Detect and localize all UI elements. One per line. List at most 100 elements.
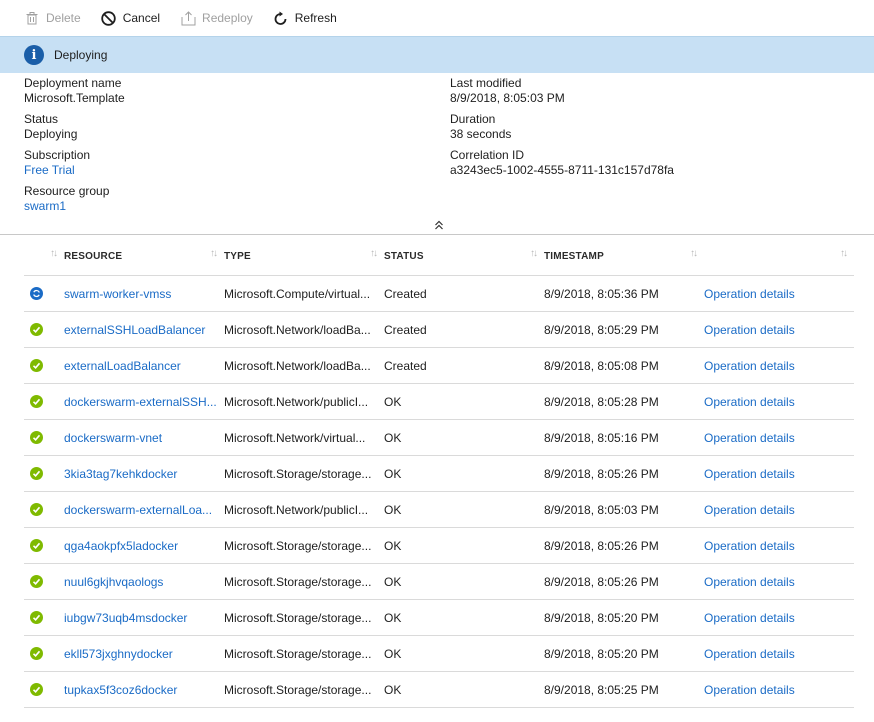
operation-details-link[interactable]: Operation details (704, 323, 854, 337)
status-cell: OK (384, 574, 402, 589)
table-row[interactable]: swarm-worker-vmss Microsoft.Compute/virtu… (24, 276, 854, 312)
operation-details-link[interactable]: Operation details (704, 611, 854, 625)
resource-link[interactable]: nuul6gkjhvqaologs (64, 575, 224, 589)
status-cell: OK (384, 466, 402, 481)
refresh-label: Refresh (294, 11, 337, 25)
resource-link[interactable]: dockerswarm-externalSSH... (64, 395, 224, 409)
timestamp-cell: 8/9/2018, 8:05:16 PM (544, 430, 659, 445)
timestamp-cell: 8/9/2018, 8:05:28 PM (544, 394, 659, 409)
status-cell: OK (384, 430, 402, 445)
cancel-icon (101, 10, 117, 26)
last-modified-label: Last modified (450, 76, 522, 90)
resource-link[interactable]: externalLoadBalancer (64, 359, 224, 373)
sort-icon: ↑↓ (210, 248, 218, 259)
type-cell: Microsoft.Network/publicI... (224, 394, 369, 409)
table-row[interactable]: dockerswarm-externalLoa... Microsoft.Netw… (24, 492, 854, 528)
correlation-value: a3243ec5-1002-4555-8711-131c157d78fa (450, 163, 674, 177)
operation-details-link[interactable]: Operation details (704, 683, 854, 697)
timestamp-cell: 8/9/2018, 8:05:26 PM (544, 466, 659, 481)
resource-link[interactable]: iubgw73uqb4msdocker (64, 611, 224, 625)
delete-label: Delete (46, 11, 81, 25)
check-circle-icon (30, 575, 43, 588)
table-row[interactable]: iubgw73uqb4msdocker Microsoft.Storage/sto… (24, 600, 854, 636)
check-circle-icon (30, 359, 43, 372)
table-row[interactable]: ekll573jxghnydocker Microsoft.Storage/sto… (24, 636, 854, 672)
timestamp-cell: 8/9/2018, 8:05:20 PM (544, 646, 659, 661)
status-icon-cell (24, 359, 64, 372)
duration-item: Duration 38 seconds (450, 112, 674, 148)
resource-link[interactable]: dockerswarm-externalLoa... (64, 503, 224, 517)
duration-label: Duration (450, 112, 496, 126)
table-row[interactable]: dockerswarm-externalSSH... Microsoft.Netw… (24, 384, 854, 420)
table-row[interactable]: externalSSHLoadBalancer Microsoft.Network… (24, 312, 854, 348)
operation-details-link[interactable]: Operation details (704, 503, 854, 517)
check-circle-icon (30, 683, 43, 696)
header-status[interactable]: STATUS ↑↓ (384, 238, 544, 275)
deployment-name-value: Microsoft.Template (24, 91, 125, 105)
essentials-right: Last modified 8/9/2018, 8:05:03 PM Durat… (450, 76, 674, 184)
header-icon-column[interactable]: ↑↓ (24, 238, 64, 275)
redeploy-button[interactable]: Redeploy (180, 10, 253, 26)
operation-details-link[interactable]: Operation details (704, 287, 854, 301)
table-row[interactable]: tupkax5f3coz6docker Microsoft.Storage/sto… (24, 672, 854, 708)
operation-details-link[interactable]: Operation details (704, 575, 854, 589)
table-row[interactable]: qga4aokpfx5ladocker Microsoft.Storage/sto… (24, 528, 854, 564)
status-item: Status Deploying (24, 112, 125, 148)
check-circle-icon (30, 539, 43, 552)
deployment-name-item: Deployment name Microsoft.Template (24, 76, 125, 112)
operation-details-link[interactable]: Operation details (704, 431, 854, 445)
cancel-button[interactable]: Cancel (101, 10, 160, 26)
status-icon-cell (24, 647, 64, 660)
resource-link[interactable]: 3kia3tag7kehkdocker (64, 467, 224, 481)
subscription-link[interactable]: Free Trial (24, 163, 125, 178)
header-timestamp-label: TIMESTAMP (544, 251, 604, 262)
table-body: swarm-worker-vmss Microsoft.Compute/virtu… (24, 276, 854, 708)
duration-value: 38 seconds (450, 127, 512, 141)
check-circle-icon (30, 323, 43, 336)
refresh-button[interactable]: Refresh (273, 10, 337, 26)
timestamp-cell: 8/9/2018, 8:05:20 PM (544, 610, 659, 625)
resource-link[interactable]: tupkax5f3coz6docker (64, 683, 224, 697)
essentials-left: Deployment name Microsoft.Template Statu… (24, 76, 125, 220)
delete-button[interactable]: Delete (24, 10, 81, 26)
header-actions[interactable]: ↑↓ (704, 238, 854, 275)
resource-link[interactable]: qga4aokpfx5ladocker (64, 539, 224, 553)
resource-link[interactable]: dockerswarm-vnet (64, 431, 224, 445)
table-row[interactable]: nuul6gkjhvqaologs Microsoft.Storage/stora… (24, 564, 854, 600)
resource-link[interactable]: externalSSHLoadBalancer (64, 323, 224, 337)
header-type[interactable]: TYPE ↑↓ (224, 238, 384, 275)
status-cell: OK (384, 646, 402, 661)
table-row[interactable]: 3kia3tag7kehkdocker Microsoft.Storage/sto… (24, 456, 854, 492)
table-row[interactable]: dockerswarm-vnet Microsoft.Network/virtua… (24, 420, 854, 456)
status-cell: Created (384, 322, 427, 337)
operation-details-link[interactable]: Operation details (704, 359, 854, 373)
status-cell: OK (384, 610, 402, 625)
header-timestamp[interactable]: TIMESTAMP ↑↓ (544, 238, 704, 275)
double-chevron-up-icon (434, 219, 444, 233)
operation-details-link[interactable]: Operation details (704, 395, 854, 409)
status-cell: Created (384, 286, 427, 301)
operations-table: ↑↓ RESOURCE ↑↓ TYPE ↑↓ STATUS ↑↓ TIMESTAMP ↑… (24, 238, 854, 708)
table-row[interactable]: externalLoadBalancer Microsoft.Network/lo… (24, 348, 854, 384)
subscription-item: Subscription Free Trial (24, 148, 125, 184)
type-cell: Microsoft.Storage/storage... (224, 682, 372, 697)
collapse-essentials-button[interactable] (432, 219, 446, 233)
refresh-icon (273, 10, 289, 26)
timestamp-cell: 8/9/2018, 8:05:29 PM (544, 322, 659, 337)
subscription-label: Subscription (24, 148, 91, 162)
resource-group-link[interactable]: swarm1 (24, 199, 125, 214)
sort-icon: ↑↓ (840, 248, 848, 259)
operation-details-link[interactable]: Operation details (704, 647, 854, 661)
banner-text: Deploying (54, 48, 108, 62)
resource-link[interactable]: ekll573jxghnydocker (64, 647, 224, 661)
header-resource[interactable]: RESOURCE ↑↓ (64, 238, 224, 275)
last-modified-item: Last modified 8/9/2018, 8:05:03 PM (450, 76, 674, 112)
operation-details-link[interactable]: Operation details (704, 539, 854, 553)
status-cell: Created (384, 358, 427, 373)
resource-link[interactable]: swarm-worker-vmss (64, 287, 224, 301)
type-cell: Microsoft.Network/loadBa... (224, 322, 371, 337)
timestamp-cell: 8/9/2018, 8:05:25 PM (544, 682, 659, 697)
type-cell: Microsoft.Storage/storage... (224, 538, 372, 553)
sort-icon: ↑↓ (690, 248, 698, 259)
operation-details-link[interactable]: Operation details (704, 467, 854, 481)
